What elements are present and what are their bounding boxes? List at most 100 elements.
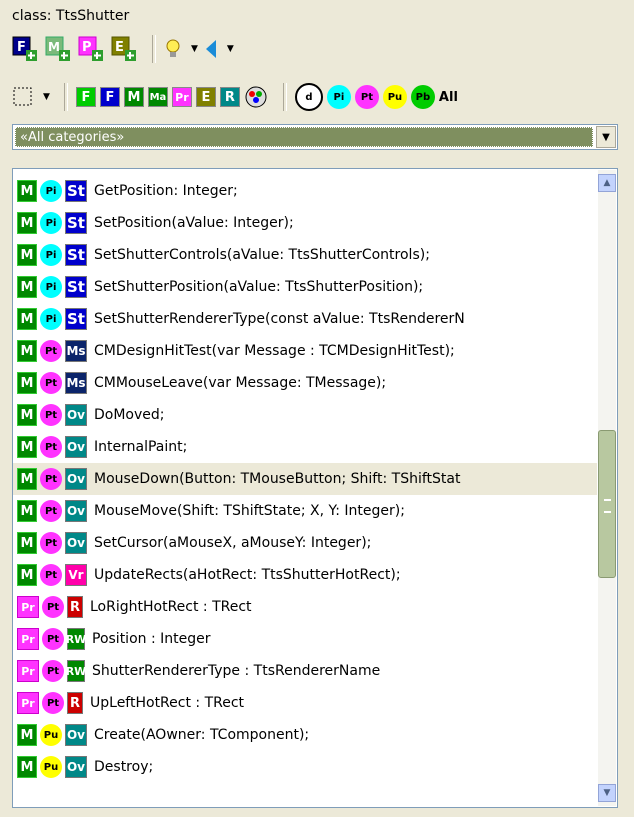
add-method-button[interactable]: M bbox=[45, 36, 71, 62]
visibility-pt-icon: Pt bbox=[42, 692, 64, 714]
add-field-button[interactable]: F bbox=[12, 36, 38, 62]
svg-text:E: E bbox=[115, 40, 124, 55]
filter-default-button[interactable]: d bbox=[294, 83, 323, 111]
member-row[interactable]: M Pi St SetPosition(aValue: Integer); bbox=[13, 207, 597, 239]
method-kind-icon: M bbox=[17, 756, 37, 778]
badge-ov-icon: Ov bbox=[65, 532, 87, 554]
member-signature: Create(AOwner: TComponent); bbox=[94, 727, 310, 743]
filter-message-button[interactable]: Ma bbox=[147, 87, 168, 107]
filter-all-button[interactable]: All bbox=[439, 90, 458, 105]
badge-rw-icon: RW bbox=[66, 660, 86, 682]
category-combo[interactable]: «All categories» ▼ bbox=[12, 124, 618, 150]
visibility-pi-icon: Pi bbox=[40, 244, 62, 266]
lightbulb-icon bbox=[166, 39, 180, 57]
member-row[interactable]: M Pt Ms CMMouseLeave(var Message: TMessage)… bbox=[13, 367, 597, 399]
filter-protected-button[interactable]: Pt bbox=[354, 85, 379, 109]
member-signature: SetShutterPosition(aValue: TtsShutterPos… bbox=[94, 279, 424, 295]
badge-rw-icon: RW bbox=[66, 628, 86, 650]
badge-st-icon: St bbox=[65, 180, 87, 202]
member-row[interactable]: M Pt Ms CMDesignHitTest(var Message : TCMDe… bbox=[13, 335, 597, 367]
member-row[interactable]: M Pi St SetShutterRendererType(const aValue… bbox=[13, 303, 597, 335]
member-signature: InternalPaint; bbox=[94, 439, 188, 455]
method-kind-icon: M bbox=[17, 404, 37, 426]
class-title: class: TtsShutter bbox=[12, 8, 130, 24]
toolbar-separator bbox=[282, 83, 287, 111]
member-row[interactable]: M Pu Ov Destroy; bbox=[13, 751, 597, 783]
method-kind-icon: M bbox=[17, 212, 37, 234]
badge-st-icon: St bbox=[65, 276, 87, 298]
toolbar-add: F M P E ▼ ▼ bbox=[12, 34, 240, 64]
member-row[interactable]: M Pi St SetShutterPosition(aValue: TtsShutt… bbox=[13, 271, 597, 303]
visibility-pt-icon: Pt bbox=[40, 340, 62, 362]
visibility-pu-icon: Pu bbox=[40, 756, 62, 778]
chevron-down-icon[interactable]: ▼ bbox=[191, 44, 198, 54]
method-kind-icon: M bbox=[17, 500, 37, 522]
property-kind-icon: Pr bbox=[17, 628, 39, 650]
filter-property-button[interactable]: Pr bbox=[171, 87, 192, 107]
filter-field-button[interactable]: F bbox=[99, 87, 120, 107]
method-kind-icon: M bbox=[17, 244, 37, 266]
member-signature: GetPosition: Integer; bbox=[94, 183, 238, 199]
member-row[interactable]: Pr Pt R UpLeftHotRect : TRect bbox=[13, 687, 597, 719]
member-row[interactable]: M Pt Vr UpdateRects(aHotRect: TtsShutterHot… bbox=[13, 559, 597, 591]
member-row[interactable]: Pr Pt R LoRightHotRect : TRect bbox=[13, 591, 597, 623]
member-row[interactable]: Pr Pt RW Position : Integer bbox=[13, 623, 597, 655]
badge-ov-icon: Ov bbox=[65, 724, 87, 746]
chevron-down-icon[interactable]: ▼ bbox=[227, 44, 234, 54]
visibility-pt-icon: Pt bbox=[42, 596, 64, 618]
member-row[interactable]: M Pu Ov Create(AOwner: TComponent); bbox=[13, 719, 597, 751]
method-kind-icon: M bbox=[17, 436, 37, 458]
member-row[interactable]: M Pt Ov SetCursor(aMouseX, aMouseY: Integer… bbox=[13, 527, 597, 559]
back-button[interactable] bbox=[204, 38, 218, 60]
chevron-down-icon[interactable]: ▼ bbox=[43, 92, 50, 102]
scroll-up-icon[interactable]: ▲ bbox=[598, 174, 616, 192]
visibility-pt-icon: Pt bbox=[40, 404, 62, 426]
filter-public-button[interactable]: Pu bbox=[382, 85, 407, 109]
member-row[interactable]: Pr Pt RW ShutterRendererType : TtsRendererN… bbox=[13, 655, 597, 687]
member-row[interactable]: M Pt Ov InternalPaint; bbox=[13, 431, 597, 463]
badge-ms-icon: Ms bbox=[65, 372, 87, 394]
member-row[interactable]: M Pt Ov MouseMove(Shift: TShiftState; X, Y:… bbox=[13, 495, 597, 527]
add-event-icon: E bbox=[111, 36, 136, 61]
vertical-scrollbar[interactable]: ▲ ▼ bbox=[598, 170, 616, 806]
visibility-pt-icon: Pt bbox=[40, 500, 62, 522]
member-signature: DoMoved; bbox=[94, 407, 165, 423]
method-kind-icon: M bbox=[17, 180, 37, 202]
filter-resource-button[interactable]: R bbox=[219, 87, 240, 107]
member-row[interactable]: M Pi St GetPosition: Integer; bbox=[13, 175, 597, 207]
add-property-button[interactable]: P bbox=[78, 36, 104, 62]
scroll-thumb[interactable] bbox=[598, 430, 616, 578]
filter-event-button[interactable]: E bbox=[195, 87, 216, 107]
svg-text:P: P bbox=[82, 40, 92, 55]
member-signature: CMDesignHitTest(var Message : TCMDesignH… bbox=[94, 343, 455, 359]
scroll-down-icon[interactable]: ▼ bbox=[598, 784, 616, 802]
method-kind-icon: M bbox=[17, 564, 37, 586]
badge-r-icon: R bbox=[67, 596, 83, 618]
hint-button[interactable] bbox=[164, 38, 182, 60]
filter-private-button[interactable]: Pi bbox=[326, 85, 351, 109]
badge-vr-icon: Vr bbox=[65, 564, 87, 586]
member-list[interactable]: M Pi St GetPosition: Integer; M Pi St SetPositi… bbox=[12, 168, 618, 808]
add-method-icon: M bbox=[45, 36, 70, 61]
svg-text:F: F bbox=[17, 40, 26, 55]
add-field-icon: F bbox=[12, 36, 37, 61]
visibility-pt-icon: Pt bbox=[42, 628, 64, 650]
badge-st-icon: St bbox=[65, 308, 87, 330]
colors-button[interactable] bbox=[244, 85, 268, 109]
toolbar-separator bbox=[63, 83, 68, 111]
member-row[interactable]: M Pt Ov MouseDown(Button: TMouseButton; Shi… bbox=[13, 463, 597, 495]
badge-ov-icon: Ov bbox=[65, 436, 87, 458]
member-row[interactable]: M Pi St SetShutterControls(aValue: TtsShutt… bbox=[13, 239, 597, 271]
member-row[interactable]: M Pt Ov DoMoved; bbox=[13, 399, 597, 431]
filter-published-button[interactable]: Pb bbox=[410, 85, 435, 109]
chevron-down-icon[interactable]: ▼ bbox=[596, 126, 616, 148]
member-signature: CMMouseLeave(var Message: TMessage); bbox=[94, 375, 387, 391]
member-signature: UpdateRects(aHotRect: TtsShutterHotRect)… bbox=[94, 567, 401, 583]
add-event-button[interactable]: E bbox=[111, 36, 137, 62]
badge-ms-icon: Ms bbox=[65, 340, 87, 362]
filter-field-private-button[interactable]: F bbox=[75, 87, 96, 107]
select-mode-button[interactable] bbox=[12, 86, 34, 108]
visibility-pt-icon: Pt bbox=[40, 468, 62, 490]
filter-method-button[interactable]: M bbox=[123, 87, 144, 107]
category-combo-value: «All categories» bbox=[15, 127, 593, 147]
